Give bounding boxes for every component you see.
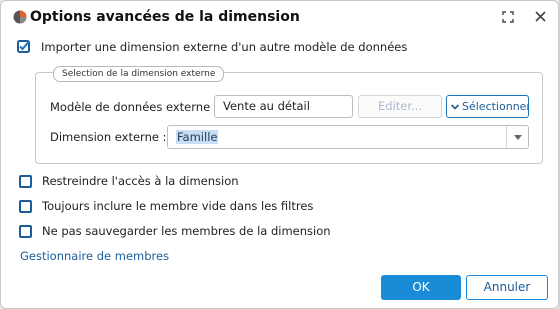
external-selection-group bbox=[35, 72, 543, 164]
dont-save-members-label: Ne pas sauvegarder les membres de la dim… bbox=[42, 224, 331, 238]
maximize-icon[interactable] bbox=[502, 11, 514, 23]
include-empty-member-label: Toujours inclure le membre vide dans les… bbox=[42, 199, 314, 213]
restrict-access-checkbox[interactable] bbox=[19, 175, 32, 188]
member-manager-link[interactable]: Gestionnaire de membres bbox=[20, 249, 169, 263]
select-button-label: Sélectionner bbox=[462, 100, 529, 113]
include-empty-member-checkbox[interactable] bbox=[19, 200, 32, 213]
select-button[interactable]: Sélectionner bbox=[446, 95, 529, 118]
dont-save-members-checkbox[interactable] bbox=[19, 225, 32, 238]
close-icon[interactable] bbox=[534, 10, 547, 23]
cancel-button[interactable]: Annuler bbox=[466, 275, 548, 300]
chevron-down-icon bbox=[450, 104, 460, 110]
dimension-value: Famille bbox=[176, 130, 219, 144]
dialog-title: Options avancées de la dimension bbox=[30, 9, 300, 25]
external-selection-legend: Selection de la dimension externe bbox=[53, 66, 225, 82]
app-logo-icon bbox=[13, 10, 27, 24]
title-bar: Options avancées de la dimension bbox=[1, 1, 558, 33]
restrict-access-label: Restreindre l'accès à la dimension bbox=[42, 174, 239, 188]
edit-button[interactable]: Editer... bbox=[358, 95, 442, 118]
model-input[interactable]: Vente au détail bbox=[214, 95, 353, 118]
combo-divider bbox=[506, 126, 507, 148]
dropdown-arrow-icon[interactable] bbox=[514, 135, 522, 140]
import-external-checkbox[interactable] bbox=[17, 40, 30, 53]
dimension-label: Dimension externe : bbox=[50, 130, 167, 144]
advanced-dimension-options-dialog: Options avancées de la dimension Importe… bbox=[0, 0, 559, 309]
ok-button[interactable]: OK bbox=[381, 275, 461, 300]
dimension-combobox[interactable]: Famille bbox=[167, 125, 529, 149]
import-external-label: Importer une dimension externe d'un autr… bbox=[41, 40, 408, 54]
model-label: Modèle de données externe : bbox=[50, 100, 218, 114]
